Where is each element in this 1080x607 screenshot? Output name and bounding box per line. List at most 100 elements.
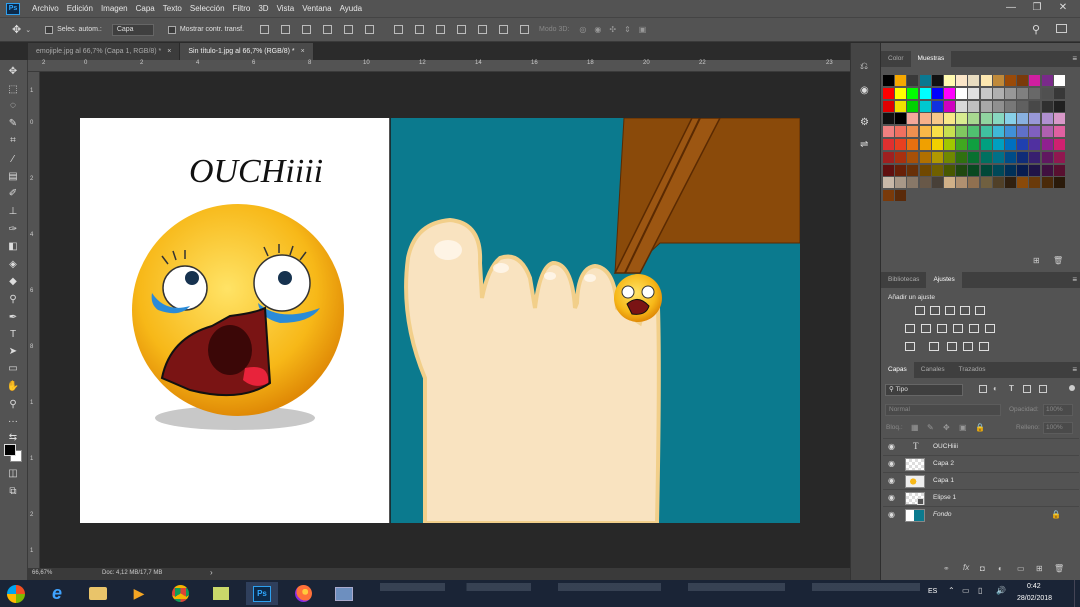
color-swatch[interactable]: [1041, 139, 1053, 150]
tab-libraries[interactable]: Bibliotecas: [881, 272, 926, 288]
workspace-icon[interactable]: [1056, 24, 1067, 33]
color-swatch[interactable]: [919, 75, 931, 86]
posterize-icon[interactable]: [929, 342, 939, 351]
layer-filter-dropdown[interactable]: ⚲ Tipo: [885, 384, 963, 396]
chevron-down-icon[interactable]: ⌄: [25, 26, 31, 34]
color-swatch[interactable]: [956, 164, 968, 176]
color-swatch[interactable]: [968, 151, 980, 163]
color-swatch[interactable]: [919, 177, 931, 189]
color-swatch[interactable]: [944, 75, 955, 86]
color-swatch[interactable]: [1017, 151, 1029, 163]
eye-icon[interactable]: ◉: [888, 493, 895, 502]
menu-archivo[interactable]: Archivo: [32, 4, 59, 13]
distribute-top-icon[interactable]: [394, 25, 404, 34]
color-swatch[interactable]: [1017, 177, 1029, 189]
color-swatch[interactable]: [1005, 113, 1016, 125]
color-swatch[interactable]: [980, 151, 992, 163]
color-swatch[interactable]: [1017, 75, 1029, 86]
auto-select-checkbox[interactable]: [45, 25, 54, 34]
vibrance-icon[interactable]: [975, 306, 985, 315]
history-icon[interactable]: ⎌: [860, 61, 868, 72]
tab-layers[interactable]: Capas: [881, 362, 914, 378]
quick-mask-icon[interactable]: ◫: [6, 468, 20, 479]
color-lookup-icon[interactable]: [985, 324, 995, 333]
photoshop-taskbar-icon[interactable]: Ps: [246, 582, 278, 605]
menu-seleccion[interactable]: Selección: [190, 4, 225, 13]
color-swatch[interactable]: [956, 151, 968, 163]
link-layers-icon[interactable]: ⚭: [943, 564, 950, 573]
panel-menu-icon[interactable]: ≡: [1072, 362, 1077, 378]
eye-icon[interactable]: ◉: [888, 510, 895, 519]
screen-mode-icon[interactable]: ⧉: [6, 486, 20, 497]
channel-mixer-icon[interactable]: [969, 324, 979, 333]
menu-edicion[interactable]: Edición: [67, 4, 93, 13]
distribute-right-icon[interactable]: [499, 25, 509, 34]
align-right-icon[interactable]: [365, 25, 375, 34]
color-swatch[interactable]: [907, 113, 919, 125]
menu-texto[interactable]: Texto: [163, 4, 182, 13]
paragraph-icon[interactable]: ⇌: [860, 139, 868, 150]
action-center-icon[interactable]: ▯: [978, 586, 982, 595]
lock-paint-icon[interactable]: ✎: [927, 423, 934, 432]
color-swatch[interactable]: [980, 87, 992, 99]
lock-artboard-icon[interactable]: ▣: [959, 423, 967, 432]
color-swatch[interactable]: [1029, 87, 1041, 99]
fx-icon[interactable]: fx: [963, 563, 969, 572]
swap-colors-icon[interactable]: ⇆: [6, 432, 20, 443]
color-swatch[interactable]: [968, 87, 980, 99]
orbit-3d-icon[interactable]: ◎: [579, 25, 586, 34]
color-swatch[interactable]: [944, 177, 955, 189]
color-swatch[interactable]: [895, 113, 907, 125]
adjustments-icon[interactable]: ⚙: [860, 117, 869, 128]
color-swatch[interactable]: [956, 113, 968, 125]
color-swatch[interactable]: [895, 100, 907, 112]
color-swatch[interactable]: [1017, 164, 1029, 176]
color-swatch[interactable]: [919, 100, 931, 112]
clock-date[interactable]: 28/02/2018: [1017, 595, 1052, 602]
color-swatch[interactable]: [931, 75, 943, 86]
color-swatch[interactable]: [1017, 100, 1029, 112]
show-desktop-button[interactable]: [1074, 580, 1080, 607]
layer-row-fondo[interactable]: ◉ Fondo 🔒: [883, 506, 1079, 523]
quick-select-tool-icon[interactable]: ✎: [6, 118, 20, 129]
filter-pixel-icon[interactable]: [979, 385, 987, 393]
color-swatch[interactable]: [992, 100, 1004, 112]
color-swatch[interactable]: [919, 126, 931, 138]
align-left-icon[interactable]: [323, 25, 333, 34]
crop-tool-icon[interactable]: ⌗: [6, 135, 20, 146]
color-balance-icon[interactable]: [921, 324, 931, 333]
color-swatch[interactable]: [1005, 151, 1016, 163]
color-swatch[interactable]: [1053, 113, 1065, 125]
color-swatch[interactable]: [895, 75, 907, 86]
color-swatch[interactable]: [1053, 126, 1065, 138]
threshold-icon[interactable]: [947, 342, 957, 351]
color-swatch[interactable]: [895, 139, 907, 150]
color-swatch[interactable]: [944, 87, 955, 99]
color-swatch[interactable]: [931, 151, 943, 163]
color-swatch[interactable]: [907, 139, 919, 150]
firefox-icon[interactable]: [287, 582, 319, 605]
color-swatch[interactable]: [1005, 177, 1016, 189]
new-group-icon[interactable]: ▭: [1017, 564, 1025, 573]
filter-type-icon[interactable]: T: [1009, 384, 1014, 393]
menu-filtro[interactable]: Filtro: [233, 4, 251, 13]
color-swatch[interactable]: [931, 100, 943, 112]
menu-ayuda[interactable]: Ayuda: [340, 4, 363, 13]
align-bottom-icon[interactable]: [302, 25, 312, 34]
color-swatch[interactable]: [980, 75, 992, 86]
color-swatch[interactable]: [1053, 87, 1065, 99]
color-swatch[interactable]: [944, 126, 955, 138]
distribute-left-icon[interactable]: [457, 25, 467, 34]
move-tool-icon[interactable]: ✥: [6, 66, 20, 77]
color-swatch[interactable]: [1029, 75, 1041, 86]
restore-icon[interactable]: ❐: [1024, 0, 1050, 15]
menu-ventana[interactable]: Ventana: [302, 4, 331, 13]
pen-tool-icon[interactable]: ✒: [6, 312, 20, 323]
internet-explorer-icon[interactable]: e: [41, 582, 73, 605]
color-swatch[interactable]: [883, 100, 894, 112]
color-swatch[interactable]: [907, 177, 919, 189]
language-indicator[interactable]: ES: [928, 588, 937, 595]
color-swatch[interactable]: [907, 75, 919, 86]
color-swatch[interactable]: [883, 87, 894, 99]
auto-align-icon[interactable]: [520, 25, 530, 34]
